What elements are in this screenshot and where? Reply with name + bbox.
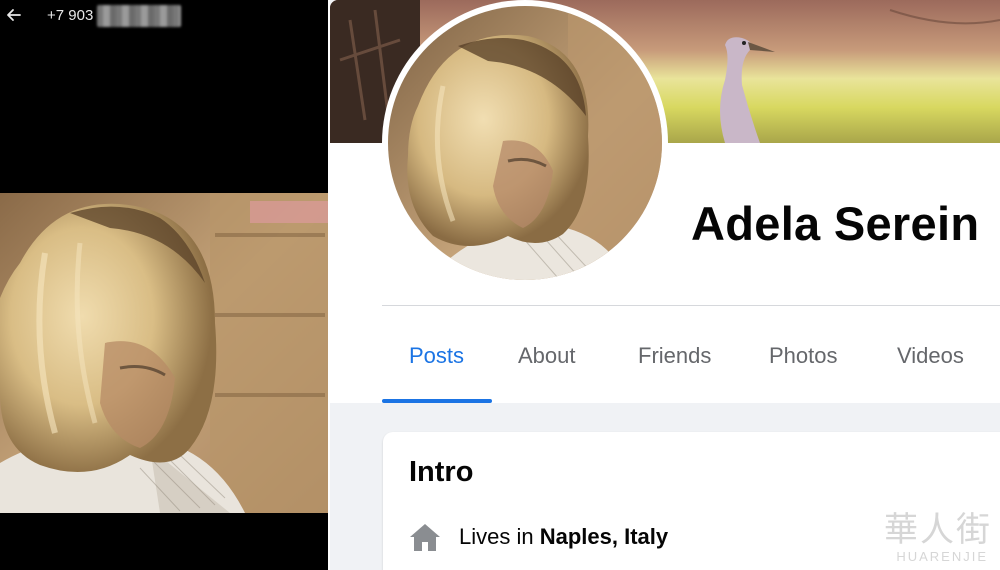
tab-posts[interactable]: Posts (409, 343, 464, 369)
tab-about[interactable]: About (518, 343, 576, 369)
watermark-latin: HUARENJIE (896, 549, 988, 564)
active-tab-indicator (382, 399, 492, 403)
location-link[interactable]: Naples, Italy (540, 524, 668, 549)
viewer-header: +7 903 (0, 0, 328, 34)
lives-in-prefix: Lives in (459, 524, 534, 549)
profile-page: Adela Serein Posts About Friends Photos … (330, 0, 1000, 570)
intro-location-row: Lives in Naples, Italy (409, 520, 668, 554)
phone-number: +7 903 (47, 7, 94, 24)
site-watermark: 華人街 HUARENJIE (842, 502, 992, 564)
intro-title: Intro (409, 456, 474, 488)
intro-location-text: Lives in Naples, Italy (459, 524, 668, 550)
arrow-left-icon[interactable] (4, 5, 24, 25)
header-divider (382, 305, 1000, 306)
shared-photo[interactable] (0, 193, 328, 513)
woman-portrait-photo (0, 193, 328, 513)
tab-friends[interactable]: Friends (638, 343, 711, 369)
watermark-chinese: 華人街 (884, 510, 992, 550)
tab-videos[interactable]: Videos (897, 343, 964, 369)
home-icon (410, 524, 440, 551)
profile-tabs: Posts About Friends Photos Videos (382, 335, 1000, 405)
tab-photos[interactable]: Photos (769, 343, 838, 369)
redacted-phone-digits (97, 5, 181, 27)
photo-viewer-panel: +7 903 (0, 0, 328, 570)
profile-name: Adela Serein (691, 197, 980, 250)
profile-avatar-photo (388, 6, 662, 280)
avatar[interactable] (382, 0, 668, 286)
